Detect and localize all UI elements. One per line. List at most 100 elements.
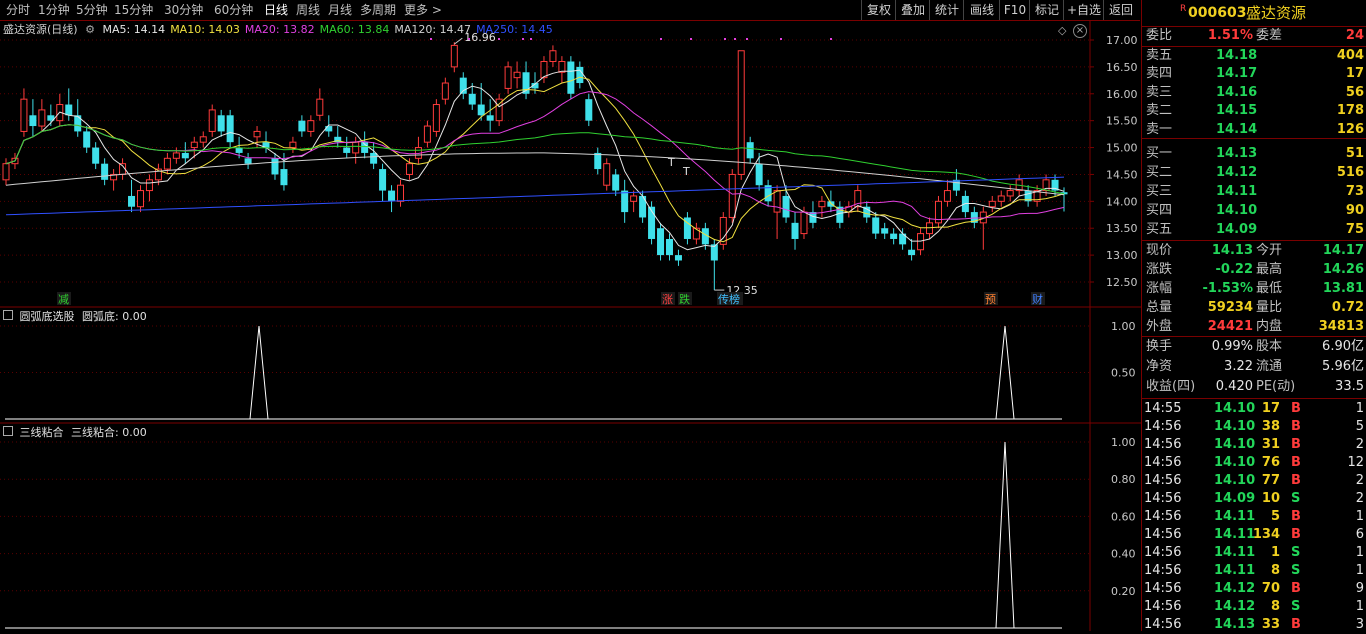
ma-line-ma250 (5, 176, 1065, 216)
quote-label: 量比 (1256, 300, 1283, 315)
tick-count: 1 (1355, 599, 1364, 614)
candle-body (943, 190, 951, 202)
ask-row[interactable]: 卖一 14.14 126 (1142, 121, 1366, 139)
indicator2-y-tick: 0.80 (1111, 473, 1136, 486)
main-chart-title: 盛达资源(日线) ⚙ MA5: 14.14 MA10: 14.03 MA20: 13… (3, 23, 562, 37)
settings-icon[interactable]: ⚙ (85, 23, 95, 36)
toolbar-button-1[interactable]: 叠加 (895, 0, 930, 20)
tick-volume: 38 (1261, 419, 1280, 434)
indicator2-name[interactable]: 三线粘合 (20, 426, 64, 439)
candle (988, 195, 996, 213)
toolbar-button-7[interactable]: 返回 (1103, 0, 1138, 20)
quote-label: 最低 (1256, 281, 1283, 296)
candle-body (441, 82, 449, 100)
toolbar-button-0[interactable]: 复权 (861, 0, 896, 20)
candle-body (352, 141, 360, 154)
tick-time: 14:56 (1144, 581, 1182, 596)
bid-row[interactable]: 买二 14.12 516 (1142, 164, 1366, 182)
candle (334, 126, 342, 148)
toolbar-button-2[interactable]: 统计 (929, 0, 964, 20)
period-tab-9[interactable]: 多周期 (360, 0, 396, 20)
candle-body (405, 163, 413, 175)
candle-body (280, 169, 288, 186)
period-tab-0[interactable]: 分时 (6, 0, 30, 20)
candle (630, 190, 638, 213)
indicator2-y-tick: 1.00 (1111, 436, 1136, 449)
tick-price: 14.12 (1214, 581, 1256, 596)
event-marker: 跌 (679, 292, 690, 306)
toolbar-button-5[interactable]: 标记 (1029, 0, 1064, 20)
period-tab-5[interactable]: 60分钟 (214, 0, 253, 20)
toolbar-button-4[interactable]: F10 (999, 0, 1030, 20)
period-tab-2[interactable]: 5分钟 (76, 0, 108, 20)
candle-body (289, 141, 297, 149)
tick-side: B (1291, 473, 1301, 488)
period-tab-3[interactable]: 15分钟 (114, 0, 153, 20)
event-marker: 财 (1032, 292, 1043, 306)
indicator1-toggle-icon[interactable] (3, 310, 13, 320)
period-tab-6[interactable]: 日线 (264, 0, 288, 20)
candle (881, 222, 889, 239)
quote-value: 14.26 (1322, 262, 1364, 277)
candle-body (163, 157, 171, 170)
candle (38, 99, 46, 132)
quote-value: -1.53% (1202, 281, 1254, 296)
period-tab-8[interactable]: 月线 (328, 0, 352, 20)
indicator2-title: 三线粘合 三线粘合: 0.00 (3, 426, 151, 440)
candle-body (908, 249, 916, 256)
candle-body (926, 222, 934, 235)
candle-body (20, 98, 28, 132)
close-icon[interactable]: × (1073, 24, 1087, 38)
high-arrow (454, 37, 463, 45)
quote-label: 涨跌 (1146, 262, 1173, 277)
ask-row[interactable]: 卖五 14.18 404 (1142, 47, 1366, 65)
candle (612, 169, 620, 196)
candle (208, 104, 216, 137)
y-tick-label: 15.00 (1106, 142, 1138, 155)
candle (926, 217, 934, 239)
ask-row[interactable]: 卖二 14.15 178 (1142, 102, 1366, 120)
toolbar-button-6[interactable]: +自选 (1063, 0, 1104, 20)
candle-body (226, 115, 234, 143)
candle-body (217, 115, 225, 132)
bid-volume: 75 (1345, 222, 1364, 237)
candle (495, 93, 503, 127)
bid-price: 14.09 (1216, 222, 1258, 237)
period-tab-10[interactable]: 更多 > (404, 0, 442, 20)
candle (92, 142, 100, 170)
tick-row: 14:56 14.11 1 S 1 (1142, 544, 1366, 562)
quote-row: 外盘 24421 内盘 34813 (1142, 318, 1366, 336)
tick-price: 14.12 (1214, 599, 1256, 614)
bid-row[interactable]: 买一 14.13 51 (1142, 145, 1366, 163)
ask-row[interactable]: 卖四 14.17 17 (1142, 65, 1366, 83)
quote-label: 最高 (1256, 262, 1283, 277)
bid-row[interactable]: 买四 14.10 90 (1142, 202, 1366, 220)
candle-body (782, 195, 790, 218)
indicator1-name[interactable]: 圆弧底选股 (20, 310, 75, 323)
candle (863, 201, 871, 223)
candle-body (83, 131, 91, 148)
tick-volume: 8 (1270, 599, 1280, 614)
candle-body (181, 152, 189, 159)
candle (83, 126, 91, 153)
period-tab-1[interactable]: 1分钟 (38, 0, 70, 20)
tick-side: B (1291, 527, 1301, 542)
bid-row[interactable]: 买三 14.11 73 (1142, 183, 1366, 201)
toolbar-button-3[interactable]: 画线 (963, 0, 1000, 20)
ask-row[interactable]: 卖三 14.16 56 (1142, 84, 1366, 102)
bid-row[interactable]: 买五 14.09 75 (1142, 221, 1366, 239)
bid-volume: 90 (1345, 203, 1364, 218)
candle-body (343, 147, 351, 153)
quote-panel: R 000603 盛达资源 委比 1.51% 委差 24 卖五 14.18 404 卖… (1141, 0, 1366, 632)
tick-time: 14:56 (1144, 545, 1182, 560)
candle (325, 115, 333, 137)
kline-chart[interactable]: 17.00 16.50 16.00 15.50 15.00 14.50 14.00 13.50… (0, 20, 1141, 631)
period-tab-7[interactable]: 周线 (296, 0, 320, 20)
bid-label: 买二 (1146, 165, 1173, 180)
period-tab-4[interactable]: 30分钟 (164, 0, 203, 20)
signal-dot (498, 38, 500, 40)
y-tick-label: 16.00 (1106, 88, 1138, 101)
tick-row: 14:56 14.10 76 B 12 (1142, 454, 1366, 472)
indicator2-toggle-icon[interactable] (3, 426, 13, 436)
diamond-icon[interactable]: ◇ (1058, 24, 1066, 37)
